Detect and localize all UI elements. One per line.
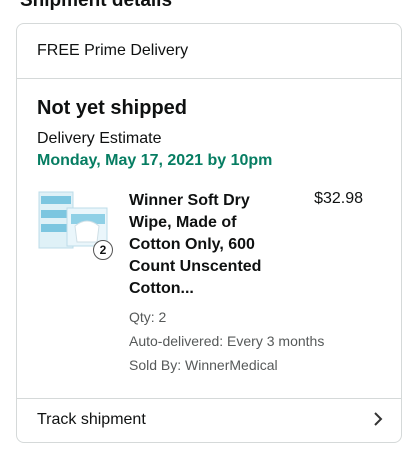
item-title-line: Cotton Only, 600 bbox=[129, 236, 255, 253]
item-price: $32.98 bbox=[314, 190, 363, 207]
delivery-estimate-label: Delivery Estimate bbox=[37, 130, 162, 147]
shipment-status: Not yet shipped bbox=[37, 97, 188, 119]
promo-label: FREE Prime Delivery bbox=[37, 42, 189, 59]
item-qty: Qty: 2 bbox=[129, 309, 167, 325]
shipment-block: Not yet shipped Delivery Estimate Monday… bbox=[17, 79, 401, 376]
auto-delivery-frequency: Auto-delivered: Every 3 months bbox=[129, 333, 325, 349]
order-item[interactable]: 2 Winner Soft Dry Wipe, Made of Cotton O… bbox=[37, 186, 381, 376]
item-title-line: Cotton... bbox=[129, 280, 194, 297]
track-shipment-row[interactable]: Track shipment bbox=[17, 398, 401, 449]
delivery-estimate-date: Monday, May 17, 2021 by 10pm bbox=[37, 152, 273, 169]
promo-row: FREE Prime Delivery bbox=[17, 24, 401, 79]
track-shipment-label[interactable]: Track shipment bbox=[37, 411, 146, 429]
item-title-line: Winner Soft Dry bbox=[129, 192, 250, 209]
item-title-line: Count Unscented bbox=[129, 258, 262, 275]
sold-by: Sold By: WinnerMedical bbox=[129, 357, 278, 373]
item-title-line: Wipe, Made of bbox=[129, 214, 237, 231]
shipment-card: FREE Prime Delivery Not yet shipped Deli… bbox=[16, 23, 402, 443]
item-title[interactable]: Winner Soft Dry Wipe, Made of Cotton Onl… bbox=[129, 190, 289, 300]
quantity-badge: 2 bbox=[93, 240, 113, 260]
chevron-right-icon bbox=[373, 411, 383, 432]
section-title: Shipment details bbox=[20, 0, 173, 11]
